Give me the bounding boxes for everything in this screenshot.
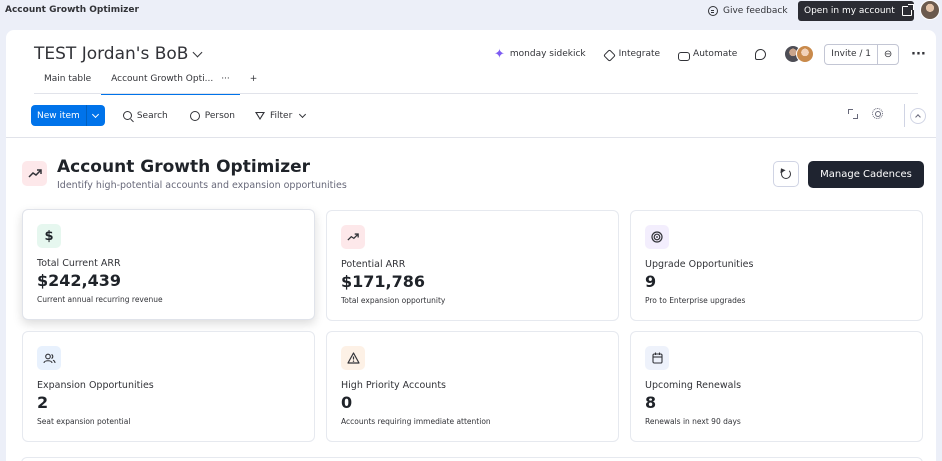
fullscreen-icon[interactable] [848, 108, 858, 119]
sidekick-label: monday sidekick [509, 49, 586, 59]
automate-label: Automate [693, 49, 738, 59]
card-description: Current annual recurring revenue [37, 295, 163, 304]
trend-up-icon [341, 225, 365, 249]
chevron-down-icon [92, 110, 100, 118]
card-description: Pro to Enterprise upgrades [645, 296, 746, 305]
refresh-button[interactable] [773, 161, 799, 187]
updates-button[interactable] [755, 48, 767, 60]
external-link-icon [901, 4, 914, 16]
metric-card-potential-arr[interactable]: Potential ARR $171,786 Total expansion o… [326, 210, 619, 321]
give-feedback-button[interactable]: Give feedback [708, 3, 788, 19]
invite-label: Invite / 1 [825, 44, 879, 64]
tab-label: Main table [44, 74, 92, 84]
page-title: Account Growth Optimizer [57, 157, 311, 177]
give-feedback-label: Give feedback [723, 6, 788, 16]
integrate-button[interactable]: Integrate [604, 49, 660, 59]
board-header-actions: ✦ monday sidekick Integrate Automate Inv… [494, 43, 926, 65]
link-icon[interactable]: ⊖ [878, 49, 898, 60]
tab-more-icon[interactable]: ··· [221, 74, 230, 84]
person-icon [189, 110, 200, 121]
manage-cadences-button[interactable]: Manage Cadences [808, 161, 924, 188]
invite-button[interactable]: Invite / 1 ⊖ [824, 43, 900, 65]
more-options-icon[interactable]: ··· [911, 48, 926, 61]
toolbar-divider [904, 104, 905, 127]
card-value: 9 [645, 272, 657, 291]
chevron-up-icon [915, 114, 921, 120]
filter-icon [255, 111, 265, 120]
trend-up-icon [22, 161, 47, 186]
users-icon [37, 346, 61, 370]
card-value: 8 [645, 393, 657, 412]
avatar [796, 45, 815, 63]
integrate-label: Integrate [618, 49, 661, 59]
card-description: Total expansion opportunity [341, 296, 446, 305]
card-label: Potential ARR [341, 259, 406, 270]
app-title: Account Growth Optimizer [5, 5, 139, 15]
toolbar-right [848, 108, 883, 119]
board-title-button[interactable]: TEST Jordan's BoB [34, 44, 203, 64]
metric-card-high-priority-accounts[interactable]: High Priority Accounts 0 Accounts requir… [326, 331, 619, 442]
metric-card-expansion-opportunities[interactable]: Expansion Opportunities 2 Seat expansion… [22, 331, 315, 442]
card-label: High Priority Accounts [341, 380, 446, 391]
refresh-icon [781, 169, 791, 179]
plus-icon: + [249, 74, 258, 84]
filter-label: Filter [270, 110, 293, 121]
board-title: TEST Jordan's BoB [34, 44, 189, 64]
open-in-account-label: Open in my account [804, 6, 895, 16]
search-label: Search [136, 110, 168, 121]
header-divider [6, 137, 936, 138]
filter-button[interactable]: Filter [255, 110, 307, 121]
chat-icon [755, 48, 767, 60]
person-label: Person [204, 110, 235, 121]
new-item-dropdown[interactable] [87, 110, 105, 118]
target-icon [645, 225, 669, 249]
next-section-card [21, 457, 923, 461]
card-value: 0 [341, 393, 353, 412]
person-filter-button[interactable]: Person [189, 110, 235, 121]
board-members[interactable] [784, 45, 816, 63]
sparkle-icon: ✦ [494, 46, 505, 62]
chevron-down-icon [299, 110, 307, 118]
metric-card-upcoming-renewals[interactable]: Upcoming Renewals 8 Renewals in next 90 … [630, 331, 923, 442]
dollar-icon: $ [37, 224, 61, 248]
tab-divider [34, 93, 918, 94]
automate-button[interactable]: Automate [678, 49, 738, 61]
user-avatar[interactable] [920, 0, 940, 20]
card-description: Accounts requiring immediate attention [341, 417, 491, 426]
page-subtitle: Identify high-potential accounts and exp… [57, 180, 347, 191]
card-description: Seat expansion potential [37, 417, 131, 426]
card-label: Total Current ARR [37, 258, 121, 269]
card-value: $171,786 [341, 272, 426, 291]
tab-main-table[interactable]: Main table [34, 74, 101, 94]
metric-card-total-current-arr[interactable]: $ Total Current ARR $242,439 Current ann… [22, 209, 315, 320]
automate-icon [678, 50, 691, 61]
new-item-label: New item [31, 105, 87, 126]
search-button[interactable]: Search [122, 110, 168, 121]
card-value: 2 [37, 393, 49, 412]
card-label: Upgrade Opportunities [645, 259, 754, 270]
collapse-header-button[interactable] [910, 108, 926, 124]
top-strip: Account Growth Optimizer Give feedback O… [0, 0, 942, 22]
chevron-down-icon [193, 47, 203, 57]
calendar-icon [645, 346, 669, 370]
tab-label: Account Growth Opti... [111, 74, 214, 84]
new-item-button[interactable]: New item [31, 105, 105, 126]
metric-card-upgrade-opportunities[interactable]: Upgrade Opportunities 9 Pro to Enterpris… [630, 210, 923, 321]
view-tabs: Main table Account Growth Opti... ··· + [34, 74, 268, 95]
card-label: Upcoming Renewals [645, 380, 742, 391]
board-panel: TEST Jordan's BoB ✦ monday sidekick Inte… [6, 30, 936, 461]
add-view-button[interactable]: + [240, 74, 268, 94]
search-icon [122, 111, 132, 120]
board-toolbar: New item Search Person Filter [31, 105, 307, 126]
integrate-icon [604, 50, 614, 59]
open-in-account-button[interactable]: Open in my account [798, 1, 914, 21]
tab-account-growth-optimizer[interactable]: Account Growth Opti... ··· [101, 74, 240, 95]
sidekick-button[interactable]: ✦ monday sidekick [494, 48, 586, 61]
card-description: Renewals in next 90 days [645, 417, 741, 426]
warning-icon [341, 346, 365, 370]
feedback-icon [708, 6, 718, 16]
card-label: Expansion Opportunities [37, 380, 154, 391]
gear-icon[interactable] [872, 108, 883, 119]
card-value: $242,439 [37, 271, 122, 290]
